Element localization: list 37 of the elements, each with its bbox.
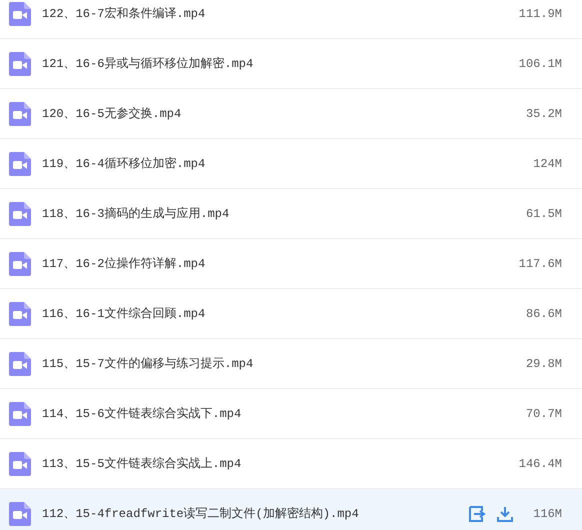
file-name: 120、16-5无参交换.mp4 <box>42 106 182 122</box>
video-file-icon <box>9 202 31 226</box>
video-file-icon <box>9 452 31 476</box>
file-size: 106.1M <box>518 56 562 72</box>
file-size: 111.9M <box>518 6 562 22</box>
video-file-icon <box>9 352 31 376</box>
download-icon[interactable] <box>497 506 514 522</box>
file-size: 124M <box>533 156 562 172</box>
file-name: 122、16-7宏和条件编译.mp4 <box>42 6 206 22</box>
open-icon[interactable] <box>469 506 488 522</box>
file-name: 113、15-5文件链表综合实战上.mp4 <box>42 456 242 472</box>
file-name: 116、16-1文件综合回顾.mp4 <box>42 306 206 322</box>
file-size: 35.2M <box>526 106 562 122</box>
file-name: 121、16-6异或与循环移位加解密.mp4 <box>42 56 254 72</box>
video-file-icon <box>9 2 31 26</box>
video-file-icon <box>9 302 31 326</box>
file-name: 118、16-3摘码的生成与应用.mp4 <box>42 206 230 222</box>
file-size: 116M <box>533 506 562 522</box>
file-name: 117、16-2位操作符详解.mp4 <box>42 256 206 272</box>
video-file-icon <box>9 402 31 426</box>
file-size: 86.6M <box>526 306 562 322</box>
video-file-icon <box>9 252 31 276</box>
video-file-icon <box>9 152 31 176</box>
file-size: 117.6M <box>518 256 562 272</box>
file-size: 146.4M <box>518 456 562 472</box>
video-file-icon <box>9 52 31 76</box>
file-name: 115、15-7文件的偏移与练习提示.mp4 <box>42 356 254 372</box>
file-size: 61.5M <box>526 206 562 222</box>
file-size: 29.8M <box>526 356 562 372</box>
file-name: 112、15-4freadfwrite读写二制文件(加解密结构).mp4 <box>42 506 359 522</box>
file-name: 119、16-4循环移位加密.mp4 <box>42 156 206 172</box>
file-size: 70.7M <box>526 406 562 422</box>
file-row[interactable]: 122、16-7宏和条件编译.mp4 111.9M <box>0 0 582 39</box>
video-file-icon <box>9 102 31 126</box>
file-name: 114、15-6文件链表综合实战下.mp4 <box>42 406 242 422</box>
file-row[interactable]: 112、15-4freadfwrite读写二制文件(加解密结构).mp4 116M <box>0 489 582 530</box>
video-file-icon <box>9 502 31 526</box>
